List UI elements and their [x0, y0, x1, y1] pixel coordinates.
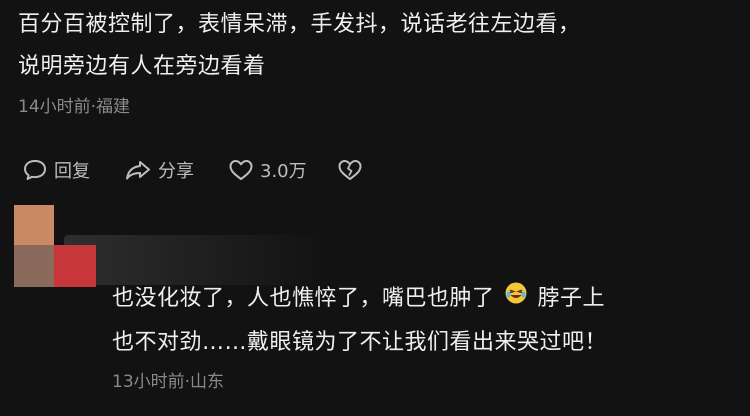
comment-2-text: 也没化妆了，人也憔悴了，嘴巴也肿了 脖子上 也不对劲……戴眼镜为了不让我们看出来…	[112, 277, 742, 365]
comment-2-text-part1: 也没化妆了，人也憔悴了，嘴巴也肿了	[112, 286, 495, 311]
avatar[interactable]	[14, 205, 324, 287]
avatar-tile	[14, 245, 54, 287]
avatar-tile	[14, 205, 54, 245]
comment-2-meta: 13小时前·山东	[112, 372, 225, 392]
comment-1: 百分百被控制了，表情呆滞，手发抖，说话老往左边看， 说明旁边有人在旁边看着 14…	[18, 4, 738, 117]
like-count: 3.0万	[260, 161, 307, 182]
comment-bubble-icon	[24, 160, 46, 180]
comment-1-meta: 14小时前·福建	[18, 97, 131, 117]
comment-1-text: 百分百被控制了，表情呆滞，手发抖，说话老往左边看， 说明旁边有人在旁边看着	[18, 12, 581, 79]
comment-1-actions: 回复 分享 3.0万	[22, 157, 403, 183]
reply-button[interactable]: 回复	[22, 157, 90, 183]
avatar-tile	[54, 245, 96, 287]
comment-2: 也没化妆了，人也憔悴了，嘴巴也肿了 脖子上 也不对劲……戴眼镜为了不让我们看出来…	[112, 277, 742, 392]
share-label: 分享	[158, 161, 194, 182]
share-arrow-icon	[126, 161, 150, 180]
reply-label: 回复	[54, 161, 90, 182]
broken-heart-icon	[338, 160, 362, 180]
laughing-crying-emoji-icon	[504, 277, 528, 321]
heart-icon	[229, 160, 253, 180]
like-button[interactable]: 3.0万	[228, 157, 307, 183]
dislike-button[interactable]	[337, 158, 369, 182]
share-button[interactable]: 分享	[124, 157, 194, 183]
